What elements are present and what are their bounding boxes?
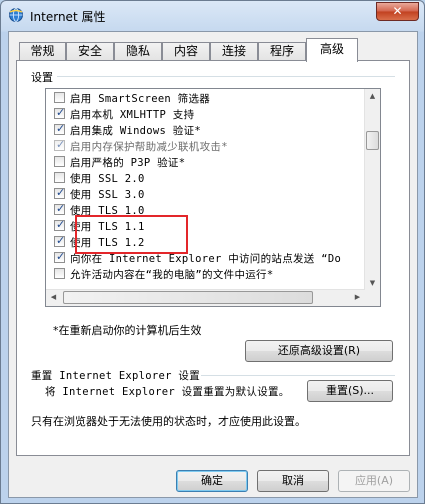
checkbox[interactable] [54, 156, 65, 167]
settings-group-label: 设置 [31, 71, 53, 84]
setting-item-xmlhttp[interactable]: 启用本机 XMLHTTP 支持 [46, 106, 346, 123]
reset-description: 将 Internet Explorer 设置重置为默认设置。 [45, 386, 290, 398]
checkbox [54, 138, 65, 151]
checkbox[interactable] [54, 172, 65, 183]
scroll-right-icon[interactable]: ▶ [350, 290, 365, 305]
restart-note: *在重新启动你的计算机后生效 [53, 324, 202, 337]
button-label: 取消 [282, 474, 304, 487]
reset-button[interactable]: 重置(S)... [307, 380, 393, 402]
scroll-up-icon[interactable]: ▲ [365, 89, 380, 104]
tab-label: 常规 [30, 44, 55, 58]
checkbox[interactable] [54, 234, 65, 247]
internet-properties-window: Internet 属性 ✕ 常规 安全 隐私 内容 连接 程序 高级 设置 启用… [0, 0, 425, 504]
close-icon: ✕ [392, 4, 403, 18]
setting-label: 启用严格的 P3P 验证* [70, 157, 186, 169]
window-title: Internet 属性 [30, 10, 106, 24]
button-label: 确定 [201, 474, 223, 487]
button-label: 重置(S)... [325, 384, 375, 397]
tab-label: 隐私 [125, 44, 150, 58]
advanced-tab-panel: 设置 启用 SmartScreen 筛选器 启用本机 XMLHTTP 支持 启用… [16, 60, 410, 456]
dialog-client: 常规 安全 隐私 内容 连接 程序 高级 设置 启用 SmartScreen 筛… [8, 31, 418, 498]
group-divider [57, 76, 395, 77]
cancel-button[interactable]: 取消 [257, 470, 329, 492]
tab-content[interactable]: 内容 [162, 42, 210, 61]
setting-item-active-content[interactable]: 允许活动内容在“我的电脑”的文件中运行* [46, 267, 346, 279]
horizontal-scrollbar[interactable]: ◀ ▶ [46, 289, 365, 306]
ie-globe-icon [9, 8, 23, 22]
tab-programs[interactable]: 程序 [258, 42, 306, 61]
tab-label: 程序 [269, 44, 294, 58]
reset-group-label: 重置 Internet Explorer 设置 [31, 370, 201, 382]
setting-item-ssl2[interactable]: 使用 SSL 2.0 [46, 171, 346, 187]
button-label: 还原高级设置(R) [277, 344, 361, 357]
checkbox[interactable] [54, 202, 65, 215]
tab-privacy[interactable]: 隐私 [114, 42, 162, 61]
tab-security[interactable]: 安全 [66, 42, 114, 61]
reset-note: 只有在浏览器处于无法使用的状态时，才应使用此设置。 [31, 415, 306, 428]
setting-label: 启用 SmartScreen 筛选器 [70, 93, 211, 105]
tab-label: 内容 [173, 44, 198, 58]
checkbox[interactable] [54, 92, 65, 103]
tab-label: 连接 [221, 44, 246, 58]
checkbox[interactable] [54, 186, 65, 199]
setting-item-memory-protection: 启用内存保护帮助减少联机攻击* [46, 138, 346, 155]
restore-advanced-button[interactable]: 还原高级设置(R) [245, 340, 393, 362]
vertical-scroll-thumb[interactable] [366, 131, 379, 150]
checkbox[interactable] [54, 250, 65, 263]
tab-connections[interactable]: 连接 [210, 42, 258, 61]
setting-label: 允许活动内容在“我的电脑”的文件中运行* [70, 269, 274, 279]
setting-label: 启用本机 XMLHTTP 支持 [70, 109, 195, 121]
setting-label: 启用内存保护帮助减少联机攻击* [70, 141, 228, 153]
settings-listbox[interactable]: 启用 SmartScreen 筛选器 启用本机 XMLHTTP 支持 启用集成 … [45, 88, 381, 307]
close-button[interactable]: ✕ [376, 2, 419, 21]
apply-button: 应用(A) [338, 470, 410, 492]
checkbox[interactable] [54, 106, 65, 119]
setting-label: 使用 SSL 2.0 [70, 173, 145, 185]
scroll-down-icon[interactable]: ▼ [365, 276, 380, 291]
title-bar[interactable]: Internet 属性 ✕ [1, 1, 424, 31]
ok-button[interactable]: 确定 [176, 470, 248, 492]
checkbox[interactable] [54, 122, 65, 135]
button-label: 应用(A) [354, 474, 394, 487]
checkbox[interactable] [54, 268, 65, 279]
vertical-scrollbar[interactable]: ▲ ▼ [364, 89, 380, 291]
tab-label: 安全 [77, 44, 102, 58]
setting-label: 启用集成 Windows 验证* [70, 125, 202, 137]
setting-item-ssl3[interactable]: 使用 SSL 3.0 [46, 186, 346, 203]
setting-item-smartscreen[interactable]: 启用 SmartScreen 筛选器 [46, 91, 346, 107]
group-divider [201, 375, 395, 376]
setting-label: 使用 SSL 3.0 [70, 189, 145, 201]
tab-label: 高级 [319, 42, 344, 56]
scroll-left-icon[interactable]: ◀ [46, 290, 61, 305]
checkbox[interactable] [54, 218, 65, 231]
setting-item-p3p[interactable]: 启用严格的 P3P 验证* [46, 155, 346, 171]
tab-general[interactable]: 常规 [19, 42, 66, 61]
tab-advanced[interactable]: 高级 [306, 38, 358, 62]
horizontal-scroll-thumb[interactable] [63, 291, 313, 304]
highlight-box [75, 215, 188, 254]
scroll-corner [364, 290, 380, 306]
setting-item-windows-auth[interactable]: 启用集成 Windows 验证* [46, 122, 346, 139]
